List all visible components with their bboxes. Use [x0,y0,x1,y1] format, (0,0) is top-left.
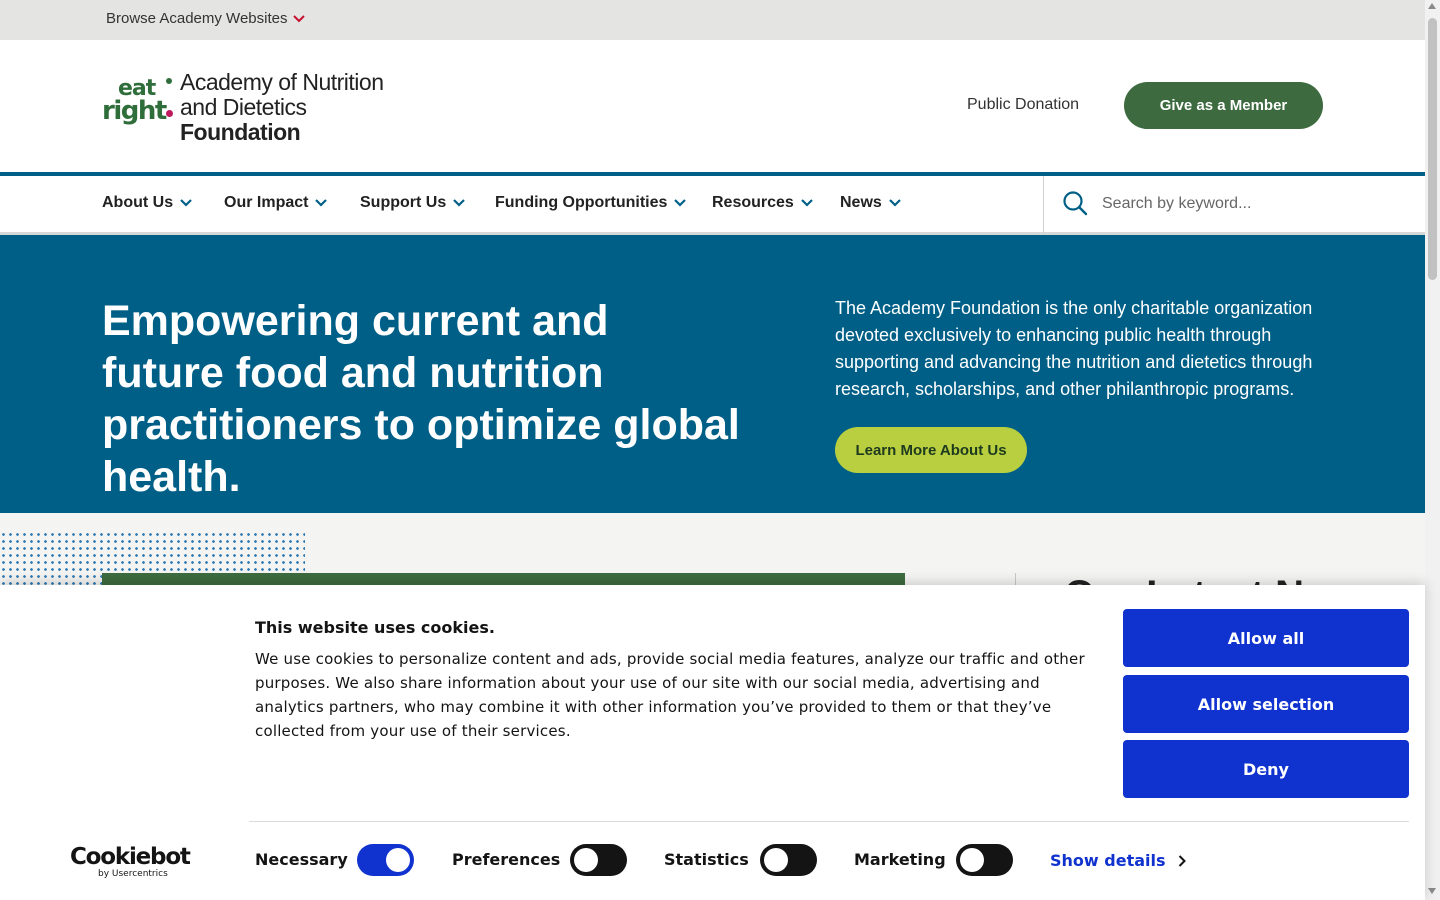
chevron-down-icon [180,199,192,207]
chevron-down-icon [889,199,901,207]
nav-item-label: Support Us [360,194,447,211]
scroll-up-arrow-icon[interactable] [1428,3,1436,9]
search-icon[interactable] [1062,190,1088,216]
statistics-toggle[interactable] [760,844,817,876]
toggle-label-preferences: Preferences [452,850,561,869]
nav-divider [1043,176,1044,236]
hero-description: The Academy Foundation is the only chari… [835,298,1313,399]
toggle-knob [960,848,984,872]
toggle-label-necessary: Necessary [255,850,348,869]
chevron-down-icon [315,199,328,207]
cookiebot-logo: Cookiebot by Usercentrics [70,844,191,879]
logo-org-line3: Foundation [180,119,301,145]
chevron-down-icon [674,199,687,207]
toggle-knob [764,848,788,872]
learn-more-button[interactable]: Learn More About Us [835,427,1027,473]
search-input[interactable] [1094,186,1354,222]
logo-org-name: Academy of Nutrition and Dietetics Found… [180,69,384,145]
nav-item-our-impact[interactable]: Our Impact [224,194,328,212]
cookie-divider [249,821,1409,822]
site-logo[interactable]: eat right Academy of Nutrition and Diete… [102,70,412,145]
nav-item-label: Funding Opportunities [495,194,668,211]
chevron-right-icon [1178,854,1186,867]
cookiebot-brand-sub: by Usercentrics [98,869,168,879]
cookie-consent-banner: This website uses cookies. We use cookie… [0,585,1425,900]
toggle-knob [386,848,410,872]
nav-item-support-us[interactable]: Support Us [360,194,465,212]
browse-websites-dropdown[interactable]: Browse Academy Websites [106,10,306,27]
nav-item-label: News [840,194,882,211]
toggle-label-marketing: Marketing [854,850,946,869]
show-details-link[interactable]: Show details [1050,851,1186,870]
scrollbar-thumb[interactable] [1428,18,1437,280]
allow-all-button[interactable]: Allow all [1123,609,1409,667]
hero-section: Empowering current and future food and n… [0,235,1425,513]
cookiebot-brand-name: Cookiebot [70,844,191,870]
chevron-down-icon [801,199,813,207]
utility-bar: Browse Academy Websites [0,0,1425,40]
site-header: eat right Academy of Nutrition and Diete… [0,40,1425,172]
necessary-toggle[interactable] [357,844,414,876]
scroll-down-arrow-icon[interactable] [1428,888,1436,894]
cookie-banner-title: This website uses cookies. [255,618,495,637]
chevron-down-icon [293,14,306,22]
logo-dot [166,78,172,84]
main-nav: About Us Our Impact Support Us Funding O… [0,172,1425,236]
latest-news-heading: Our Latest N [1064,571,1304,585]
cookie-banner-body: We use cookies to personalize content an… [255,650,1085,740]
deny-button[interactable]: Deny [1123,740,1409,798]
page-scrollbar[interactable] [1425,0,1440,900]
allow-selection-button[interactable]: Allow selection [1123,675,1409,733]
hero-heading: Empowering current and future food and n… [102,297,740,501]
marketing-toggle[interactable] [956,844,1013,876]
nav-item-resources[interactable]: Resources [712,194,813,212]
logo-dot-accent [166,110,173,117]
public-donation-link[interactable]: Public Donation [967,96,1079,114]
preferences-toggle[interactable] [570,844,627,876]
logo-mark-bottom: right [102,96,167,126]
nav-item-label: Our Impact [224,194,309,211]
chevron-down-icon [453,199,465,207]
logo-org-line1: Academy of Nutrition [180,69,384,95]
give-as-member-button[interactable]: Give as a Member [1124,82,1323,129]
nav-item-label: About Us [102,194,174,211]
logo-org-line2: and Dietetics [180,94,307,120]
nav-item-news[interactable]: News [840,194,901,212]
browse-websites-label: Browse Academy Websites [106,10,288,27]
nav-item-about-us[interactable]: About Us [102,194,192,212]
toggle-label-statistics: Statistics [664,850,749,869]
toggle-knob [574,848,598,872]
show-details-label: Show details [1050,851,1166,870]
nav-item-funding-opportunities[interactable]: Funding Opportunities [495,194,687,212]
nav-item-label: Resources [712,194,794,211]
